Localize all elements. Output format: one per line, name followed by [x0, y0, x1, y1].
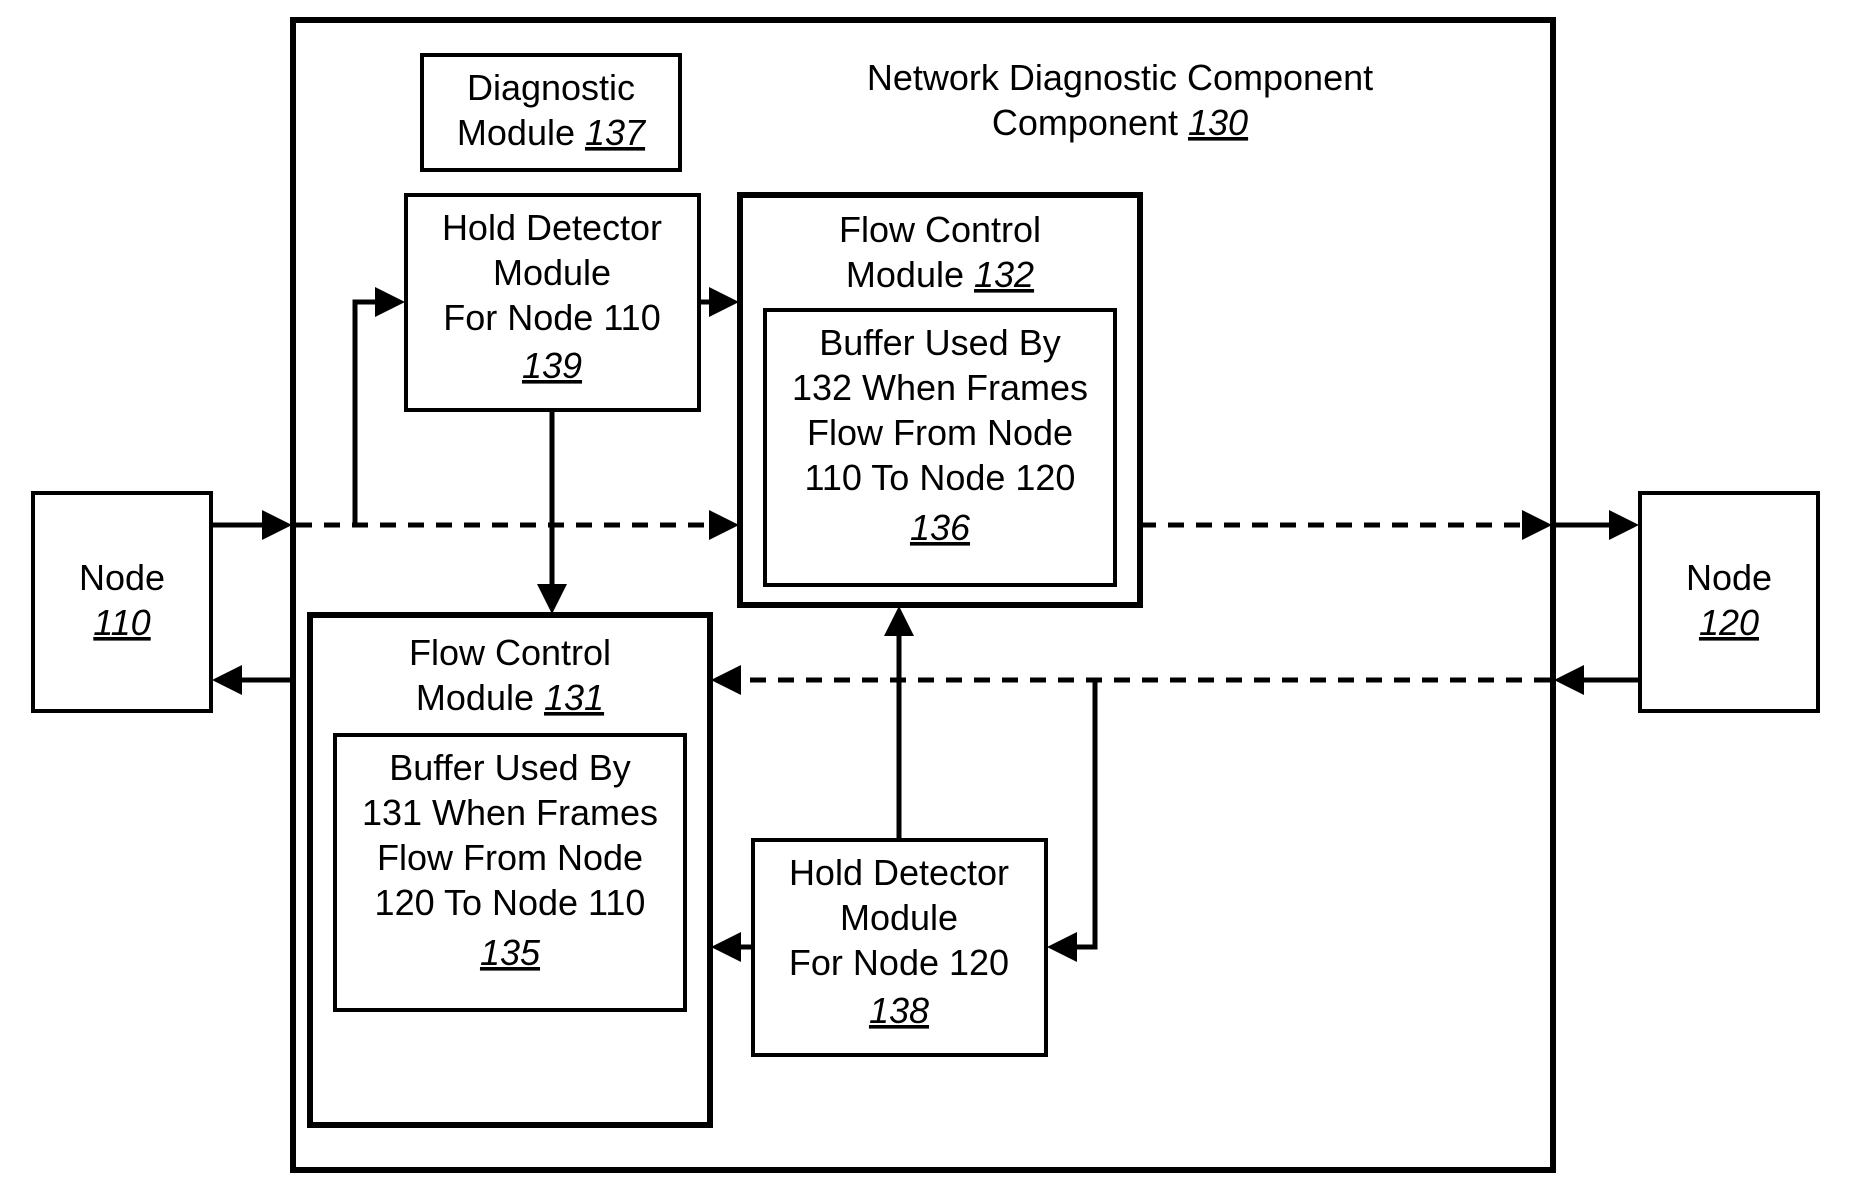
- hold110-l3: For Node 110: [443, 297, 660, 338]
- ndc-label-1: Network Diagnostic Component: [867, 57, 1373, 98]
- fc132-num: 132: [974, 254, 1034, 295]
- buf136-l2: 132 When Frames: [792, 367, 1088, 408]
- fc131-l1: Flow Control: [409, 632, 611, 673]
- hold120-l3: For Node 120: [789, 942, 1009, 983]
- buf135-l4: 120 To Node 110: [375, 882, 646, 923]
- buf135-l2: 131 When Frames: [362, 792, 658, 833]
- buf136-num: 136: [910, 507, 971, 548]
- ndc-num: 130: [1188, 102, 1248, 143]
- node-120-label: Node: [1686, 557, 1772, 598]
- hold110-num: 139: [522, 345, 582, 386]
- fc132-l1: Flow Control: [839, 209, 1041, 250]
- ndc-label-2: Component 130: [992, 102, 1248, 143]
- diag-num: 137: [585, 112, 647, 153]
- buf135-l3: Flow From Node: [377, 837, 643, 878]
- node-110-num: 110: [93, 602, 150, 643]
- buf136-l4: 110 To Node 120: [805, 457, 1076, 498]
- hold110-l1: Hold Detector: [442, 207, 662, 248]
- buf135-num: 135: [480, 932, 541, 973]
- hold110-l2: Module: [493, 252, 611, 293]
- buf136-l3: Flow From Node: [807, 412, 1073, 453]
- buf136-l1: Buffer Used By: [819, 322, 1060, 363]
- diag-label-2: Module 137: [457, 112, 647, 153]
- fc131-num: 131: [544, 677, 604, 718]
- hold120-num: 138: [869, 990, 929, 1031]
- hold120-l1: Hold Detector: [789, 852, 1009, 893]
- hold120-l2: Module: [840, 897, 958, 938]
- diag-label-1: Diagnostic: [467, 67, 635, 108]
- node-120-num: 120: [1699, 602, 1759, 643]
- fc132-l2: Module 132: [846, 254, 1034, 295]
- fc131-l2: Module 131: [416, 677, 604, 718]
- buf135-l1: Buffer Used By: [389, 747, 630, 788]
- node-110-label: Node: [79, 557, 165, 598]
